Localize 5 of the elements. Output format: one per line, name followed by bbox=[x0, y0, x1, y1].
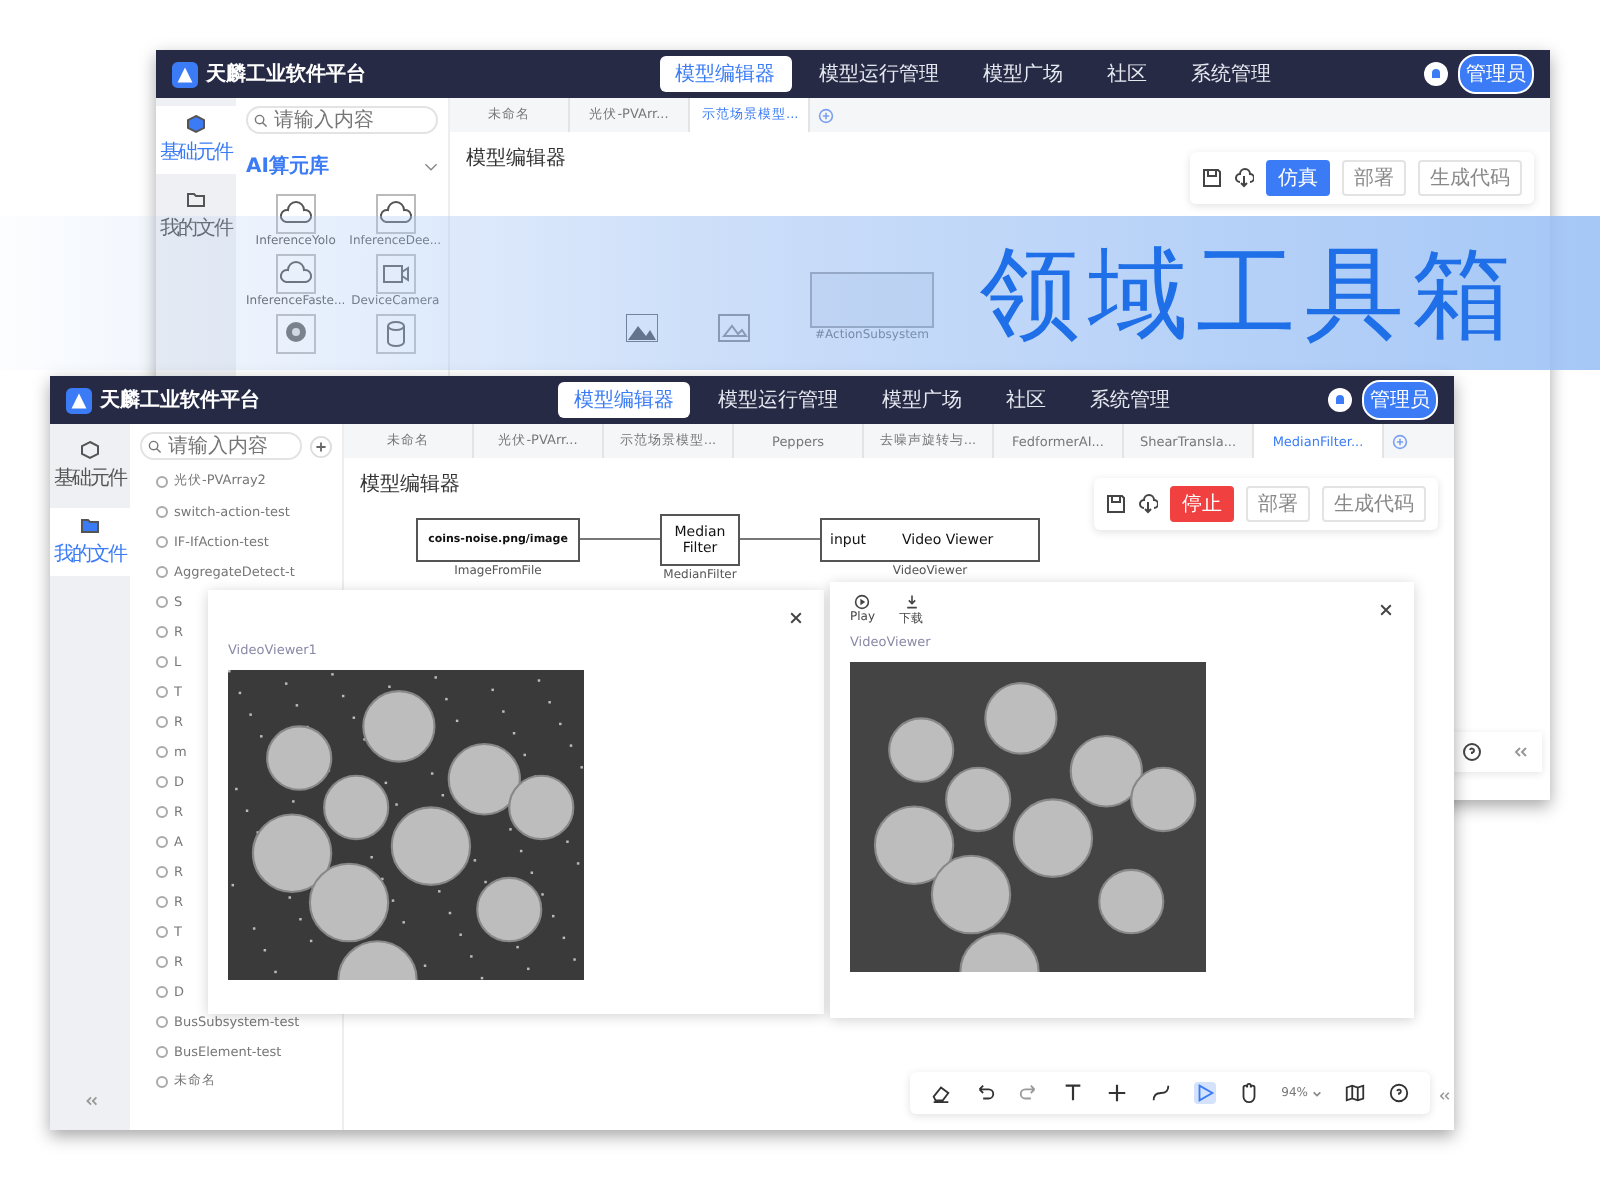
app-title: 天麟工业软件平台 bbox=[206, 60, 366, 88]
app-title: 天麟工业软件平台 bbox=[100, 386, 260, 414]
banner-title: 领域工具箱 bbox=[980, 243, 1520, 343]
canvas-title: 模型编辑器 bbox=[360, 471, 462, 498]
canvas-title: 模型编辑器 bbox=[466, 145, 568, 172]
